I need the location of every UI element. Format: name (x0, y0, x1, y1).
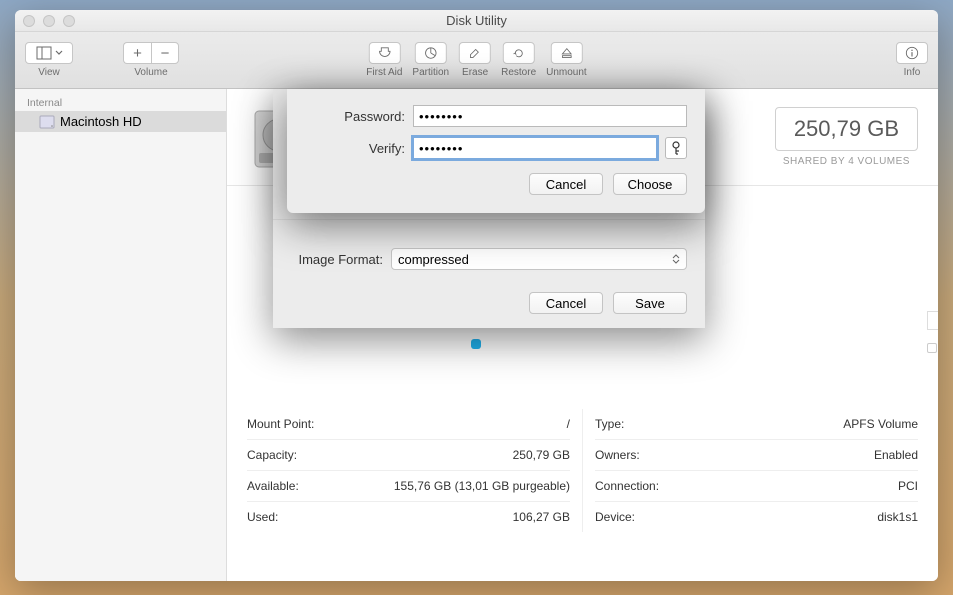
legend-free-value: 142,75 GB (927, 355, 938, 383)
unmount-button[interactable] (550, 42, 582, 64)
info-button[interactable] (896, 42, 928, 64)
partition-label: Partition (412, 67, 449, 78)
disk-shared: SHARED BY 4 VOLUMES (775, 156, 918, 167)
restore-button[interactable] (503, 42, 535, 64)
volume-remove-button[interactable]: − (151, 42, 179, 64)
erase-icon (468, 45, 482, 61)
save-sheet-cancel-button[interactable]: Cancel (529, 292, 603, 314)
first-aid-icon (377, 45, 391, 61)
toolbar: View + − Volume First Aid Partition (15, 32, 938, 89)
disk-utility-window: Disk Utility View + − Volume First Aid (15, 10, 938, 581)
password-input[interactable] (413, 105, 687, 127)
sidebar-item-label: Macintosh HD (60, 114, 142, 129)
legend-free-row: Free (927, 341, 938, 355)
size-box: 250,79 GB SHARED BY 4 VOLUMES (775, 107, 918, 167)
detail-capacity: Capacity: 250,79 GB (247, 440, 570, 471)
sidebar-icon (36, 45, 52, 61)
image-format-select[interactable]: compressed (391, 248, 687, 270)
window-title: Disk Utility (446, 13, 507, 28)
legend-dot-free (927, 343, 937, 353)
key-icon (670, 141, 682, 155)
verify-input[interactable] (413, 137, 657, 159)
details-col-left: Mount Point: / Capacity: 250,79 GB Avail… (247, 409, 583, 532)
detail-available: Available: 155,76 GB (13,01 GB purgeable… (247, 471, 570, 502)
view-button[interactable] (25, 42, 73, 64)
drive-icon (39, 115, 55, 129)
close-button[interactable] (23, 15, 35, 27)
info-label: Info (904, 67, 921, 78)
zoom-button[interactable] (63, 15, 75, 27)
restore-label: Restore (501, 67, 536, 78)
detail-owners: Owners: Enabled (595, 440, 918, 471)
password-choose-button[interactable]: Choose (613, 173, 687, 195)
save-sheet-save-button[interactable]: Save (613, 292, 687, 314)
volume-label: Volume (134, 67, 167, 78)
eject-icon (559, 45, 573, 61)
partition-button[interactable] (415, 42, 447, 64)
legend-free-fragment: Free 142,75 GB (927, 341, 938, 383)
erase-button[interactable] (459, 42, 491, 64)
detail-type: Type: APFS Volume (595, 409, 918, 440)
details-table: Mount Point: / Capacity: 250,79 GB Avail… (227, 401, 938, 552)
partition-icon (424, 45, 438, 61)
first-aid-label: First Aid (366, 67, 402, 78)
password-assistant-button[interactable] (665, 137, 687, 159)
unmount-label: Unmount (546, 67, 587, 78)
details-col-right: Type: APFS Volume Owners: Enabled Connec… (583, 409, 918, 532)
sidebar-item-macintosh-hd[interactable]: Macintosh HD (15, 111, 226, 132)
erase-label: Erase (462, 67, 488, 78)
volume-add-button[interactable]: + (123, 42, 151, 64)
detail-device: Device: disk1s1 (595, 502, 918, 532)
password-label: Password: (305, 109, 405, 124)
info-icon (905, 45, 919, 61)
first-aid-button[interactable] (368, 42, 400, 64)
detail-used: Used: 106,27 GB (247, 502, 570, 532)
chevron-down-icon (55, 50, 63, 56)
detail-connection: Connection: PCI (595, 471, 918, 502)
titlebar: Disk Utility (15, 10, 938, 32)
traffic-lights (23, 15, 75, 27)
select-arrows-icon (669, 251, 683, 267)
detail-mount-point: Mount Point: / (247, 409, 570, 440)
legend-dot-cyan (471, 339, 481, 349)
disk-size: 250,79 GB (775, 107, 918, 151)
verify-label: Verify: (305, 141, 405, 156)
view-label: View (38, 67, 60, 78)
minimize-button[interactable] (43, 15, 55, 27)
sidebar-section-internal: Internal (15, 93, 226, 111)
password-cancel-button[interactable]: Cancel (529, 173, 603, 195)
sidebar: Internal Macintosh HD (15, 89, 227, 581)
restore-icon (512, 45, 526, 61)
image-format-value: compressed (398, 252, 469, 267)
usage-bar-fragment (927, 311, 938, 330)
image-format-label: Image Format: (291, 252, 383, 267)
password-sheet: Password: Verify: Cancel Choose (287, 89, 705, 213)
